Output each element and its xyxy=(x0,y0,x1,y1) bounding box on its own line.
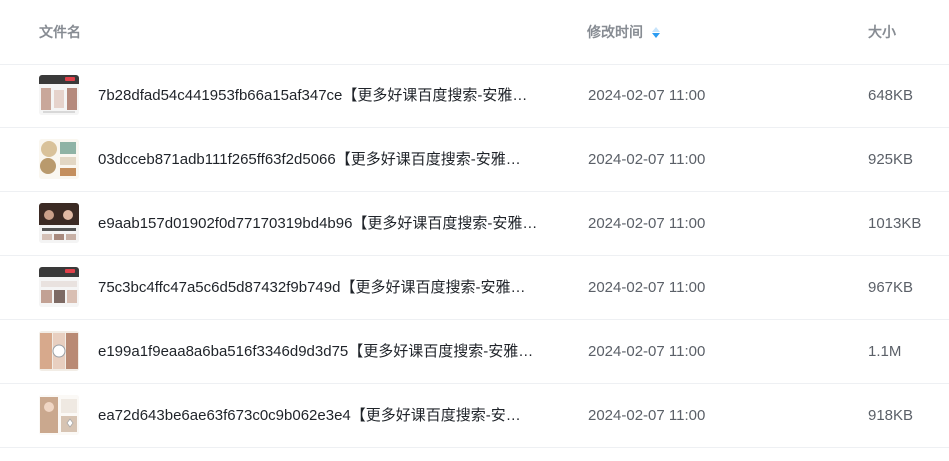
table-row[interactable]: 75c3bc4ffc47a5c6d5d87432f9b749d【更多好课百度搜索… xyxy=(0,256,949,320)
image-thumbnail[interactable] xyxy=(39,267,79,307)
file-size: 967KB xyxy=(868,279,914,296)
file-list-table: 文件名 修改时间 大小 7b28dfad54c441953fb66a15af34… xyxy=(0,0,949,461)
sort-icon[interactable] xyxy=(652,26,660,38)
column-header-modified[interactable]: 修改时间 xyxy=(587,22,660,42)
table-row[interactable]: 7b28dfad54c441953fb66a15af347ce【更多好课百度搜索… xyxy=(0,64,949,128)
column-header-name[interactable]: 文件名 xyxy=(39,22,81,42)
file-size: 925KB xyxy=(868,151,914,168)
image-thumbnail[interactable] xyxy=(39,203,79,243)
file-size: 1013KB xyxy=(868,215,922,232)
table-row[interactable]: 03dcceb871adb111f265ff63f2d5066【更多好课百度搜索… xyxy=(0,128,949,192)
column-header-size[interactable]: 大小 xyxy=(868,22,896,42)
image-thumbnail[interactable] xyxy=(39,395,79,435)
file-name[interactable]: e9aab157d01902f0d77170319bd4b96【更多好课百度搜索… xyxy=(98,213,554,235)
table-row[interactable]: ea72d643be6ae63f673c0c9b062e3e4【更多好课百度搜索… xyxy=(0,384,949,448)
image-thumbnail[interactable] xyxy=(39,139,79,179)
table-row[interactable]: e199a1f9eaa8a6ba516f3346d9d3d75【更多好课百度搜索… xyxy=(0,320,949,384)
file-size: 918KB xyxy=(868,407,914,424)
file-name[interactable]: 7b28dfad54c441953fb66a15af347ce【更多好课百度搜索… xyxy=(98,85,554,107)
sort-descending-icon xyxy=(652,32,660,38)
file-modified-time: 2024-02-07 11:00 xyxy=(588,215,706,232)
table-row[interactable]: e9aab157d01902f0d77170319bd4b96【更多好课百度搜索… xyxy=(0,192,949,256)
file-rows: 7b28dfad54c441953fb66a15af347ce【更多好课百度搜索… xyxy=(0,64,949,448)
table-header: 文件名 修改时间 大小 xyxy=(0,0,949,65)
image-thumbnail[interactable] xyxy=(39,75,79,115)
image-thumbnail[interactable] xyxy=(39,331,79,371)
file-modified-time: 2024-02-07 11:00 xyxy=(588,279,706,296)
file-size: 1.1M xyxy=(868,343,902,360)
file-name[interactable]: 03dcceb871adb111f265ff63f2d5066【更多好课百度搜索… xyxy=(98,149,554,171)
file-modified-time: 2024-02-07 11:00 xyxy=(588,407,706,424)
file-modified-time: 2024-02-07 11:00 xyxy=(588,151,706,168)
file-modified-time: 2024-02-07 11:00 xyxy=(588,87,706,104)
file-size: 648KB xyxy=(868,87,914,104)
sort-ascending-icon xyxy=(652,26,660,32)
file-modified-time: 2024-02-07 11:00 xyxy=(588,343,706,360)
file-name[interactable]: e199a1f9eaa8a6ba516f3346d9d3d75【更多好课百度搜索… xyxy=(98,341,554,363)
file-name[interactable]: ea72d643be6ae63f673c0c9b062e3e4【更多好课百度搜索… xyxy=(98,405,554,427)
file-name[interactable]: 75c3bc4ffc47a5c6d5d87432f9b749d【更多好课百度搜索… xyxy=(98,277,554,299)
column-header-modified-label: 修改时间 xyxy=(587,24,643,40)
